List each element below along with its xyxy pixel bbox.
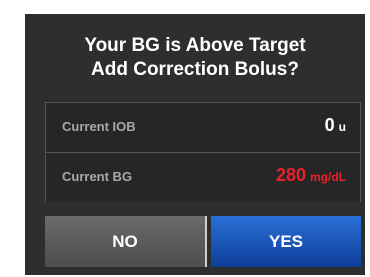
- correction-bolus-dialog: Your BG is Above Target Add Correction B…: [25, 14, 365, 275]
- current-bg-row: Current BG 280 mg/dL: [46, 153, 360, 202]
- current-bg-value: 280 mg/dL: [276, 165, 346, 186]
- current-bg-label: Current BG: [62, 169, 133, 184]
- current-bg-number: 280: [275, 165, 306, 185]
- yes-button[interactable]: YES: [211, 216, 361, 267]
- current-bg-unit: mg/dL: [310, 170, 346, 184]
- dialog-title-line-1: Your BG is Above Target: [84, 35, 306, 56]
- current-iob-unit: u: [338, 120, 346, 134]
- dialog-title: Your BG is Above Target Add Correction B…: [25, 34, 365, 82]
- current-iob-label: Current IOB: [62, 119, 136, 134]
- current-iob-number: 0: [324, 115, 335, 135]
- current-iob-row: Current IOB 0u: [46, 103, 360, 153]
- dialog-title-line-2: Add Correction Bolus?: [91, 59, 299, 80]
- bolus-info-table: Current IOB 0u Current BG 280 mg/dL: [45, 102, 361, 202]
- current-iob-value: 0u: [325, 115, 346, 136]
- no-button[interactable]: NO: [45, 216, 207, 267]
